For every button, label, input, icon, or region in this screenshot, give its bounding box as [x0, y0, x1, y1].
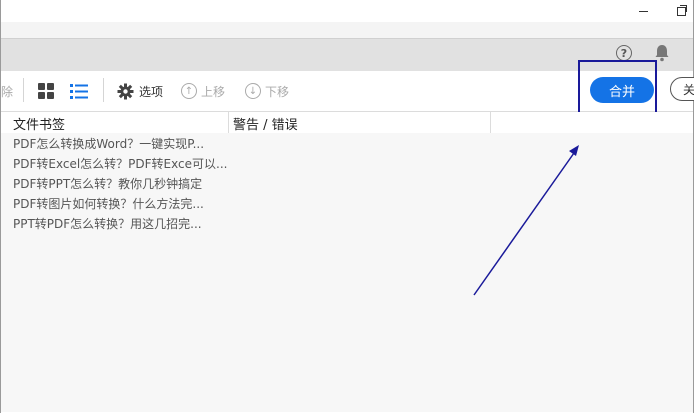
- list-view-icon[interactable]: [69, 80, 89, 102]
- table-row[interactable]: PDF转图片如何转换？什么方法完...: [13, 195, 231, 215]
- title-bar: [1, 0, 693, 22]
- minimize-icon[interactable]: [628, 0, 658, 22]
- move-down-label: 下移: [265, 84, 290, 99]
- help-icon[interactable]: ?: [616, 45, 632, 61]
- restore-icon[interactable]: [666, 0, 694, 22]
- column-divider[interactable]: [228, 112, 229, 133]
- title-bar-spacer: [1, 22, 693, 38]
- table-header: 文件书签 警告 / 错误: [1, 112, 693, 133]
- options-button[interactable]: 选项: [117, 80, 163, 102]
- move-down-button[interactable]: ↓ 下移: [245, 80, 289, 102]
- move-up-label: 上移: [201, 84, 226, 99]
- column-header-bookmarks[interactable]: 文件书签: [13, 114, 65, 133]
- table-row[interactable]: PDF转Excel怎么转？PDF转Exce可以...: [13, 155, 231, 175]
- delete-label: 除: [1, 84, 14, 99]
- column-header-warnings[interactable]: 警告 / 错误: [233, 114, 298, 133]
- options-label: 选项: [139, 84, 164, 99]
- cancel-button[interactable]: 关: [670, 77, 694, 101]
- delete-button[interactable]: 除: [1, 80, 13, 102]
- table-row[interactable]: PPT转PDF怎么转换？用这几招完...: [13, 215, 231, 235]
- file-table: 文件书签 警告 / 错误 PDF怎么转换成Word？一键实现P... PDF转E…: [1, 112, 693, 412]
- grid-view-icon[interactable]: [37, 80, 55, 102]
- move-up-button[interactable]: ↑ 上移: [181, 80, 225, 102]
- arrow-down-icon: ↓: [245, 83, 261, 99]
- gear-icon: [117, 83, 134, 99]
- toolbar-divider: [23, 78, 24, 102]
- arrow-up-icon: ↑: [181, 83, 197, 99]
- cancel-label: 关: [683, 82, 694, 97]
- toolbar-divider: [103, 78, 104, 102]
- table-row[interactable]: PDF怎么转换成Word？一键实现P...: [13, 135, 231, 155]
- table-row[interactable]: PDF转PPT怎么转？教你几秒钟搞定: [13, 175, 231, 195]
- column-divider[interactable]: [490, 112, 491, 133]
